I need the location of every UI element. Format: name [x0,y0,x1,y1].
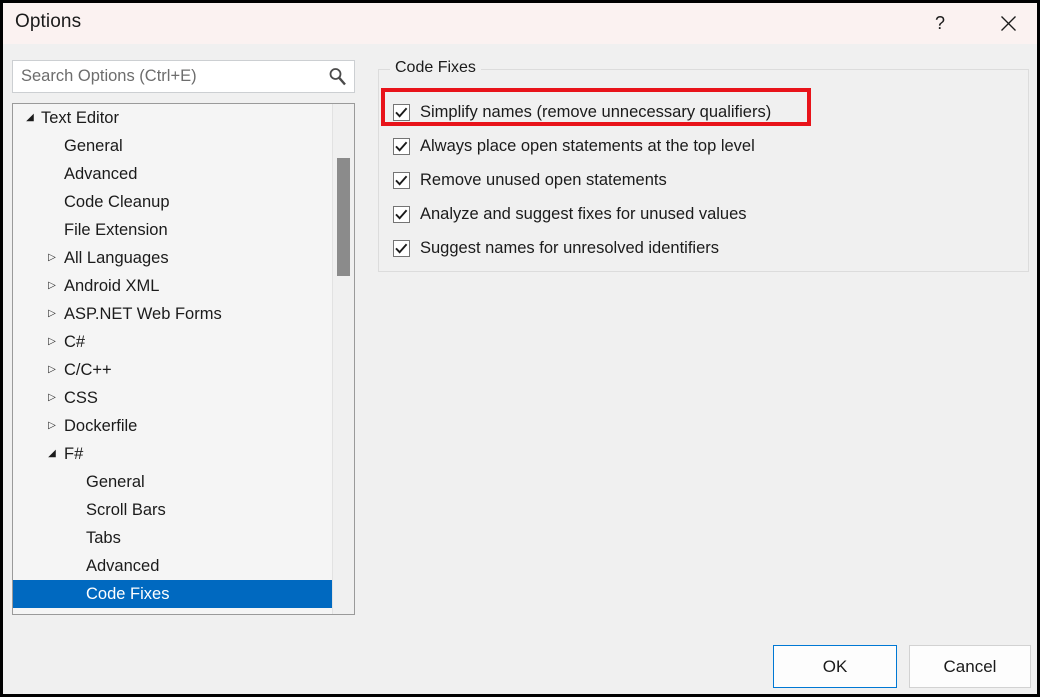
tree-item-label: Advanced [86,558,159,575]
ok-button-label: OK [823,657,848,677]
checkbox-checked-icon[interactable] [393,206,410,223]
tree-item-label: Tabs [86,530,121,547]
tree-item-code-cleanup[interactable]: Code Cleanup [13,188,332,216]
tree-item-c-c[interactable]: ▷C/C++ [13,356,332,384]
option-label: Analyze and suggest fixes for unused val… [420,206,747,223]
tree-item-asp-net-web-forms[interactable]: ▷ASP.NET Web Forms [13,300,332,328]
option-row[interactable]: Analyze and suggest fixes for unused val… [393,197,1013,231]
option-label: Remove unused open statements [420,172,667,189]
option-row[interactable]: Remove unused open statements [393,163,1013,197]
checkbox-checked-icon[interactable] [393,240,410,257]
tree-item-scroll-bars[interactable]: Scroll Bars [13,496,332,524]
tree-item-label: Code Cleanup [64,194,170,211]
tree-item-all-languages[interactable]: ▷All Languages [13,244,332,272]
tree-scrollbar-thumb[interactable] [337,158,350,276]
code-fixes-option-list: Simplify names (remove unnecessary quali… [393,95,1013,265]
tree-item-advanced[interactable]: Advanced [13,160,332,188]
close-icon [1000,15,1017,32]
tree-item-list: ◢Text EditorGeneralAdvancedCode CleanupF… [13,104,332,608]
chevron-expanded-icon[interactable]: ◢ [44,440,60,468]
tree-item-label: C# [64,334,85,351]
question-mark-icon: ? [935,13,945,34]
option-row[interactable]: Always place open statements at the top … [393,129,1013,163]
tree-item-file-extension[interactable]: File Extension [13,216,332,244]
cancel-button[interactable]: Cancel [909,645,1031,688]
tree-item-dockerfile[interactable]: ▷Dockerfile [13,412,332,440]
tree-item-label: CSS [64,390,98,407]
tree-item-label: Android XML [64,278,159,295]
chevron-expanded-icon[interactable]: ◢ [22,104,38,132]
tree-item-tabs[interactable]: Tabs [13,524,332,552]
chevron-collapsed-icon[interactable]: ▷ [44,412,60,440]
option-label: Suggest names for unresolved identifiers [420,240,719,257]
tree-item-label: Dockerfile [64,418,137,435]
tree-item-c[interactable]: ▷C# [13,328,332,356]
title-bar: Options ? [3,3,1037,44]
search-icon[interactable] [320,61,354,92]
tree-item-general[interactable]: General [13,468,332,496]
chevron-collapsed-icon[interactable]: ▷ [44,328,60,356]
tree-item-label: Scroll Bars [86,502,166,519]
tree-item-css[interactable]: ▷CSS [13,384,332,412]
cancel-button-label: Cancel [944,657,997,677]
dialog-title: Options [15,11,81,33]
search-input[interactable] [13,61,320,92]
tree-item-label: F# [64,446,83,463]
checkbox-checked-icon[interactable] [393,138,410,155]
option-row[interactable]: Suggest names for unresolved identifiers [393,231,1013,265]
option-row[interactable]: Simplify names (remove unnecessary quali… [393,95,1013,129]
options-dialog: Options ? ◢Text EditorGeneralAdvancedCod… [2,2,1038,695]
chevron-collapsed-icon[interactable]: ▷ [44,356,60,384]
checkbox-checked-icon[interactable] [393,104,410,121]
chevron-collapsed-icon[interactable]: ▷ [44,272,60,300]
chevron-collapsed-icon[interactable]: ▷ [44,244,60,272]
chevron-collapsed-icon[interactable]: ▷ [44,300,60,328]
tree-item-label: General [64,138,123,155]
tree-scrollbar[interactable] [332,104,354,614]
tree-item-text-editor[interactable]: ◢Text Editor [13,104,332,132]
groupbox-title: Code Fixes [390,59,481,77]
tree-item-label: Text Editor [41,110,119,127]
option-label: Simplify names (remove unnecessary quali… [420,104,771,121]
ok-button[interactable]: OK [773,645,897,688]
tree-item-label: Advanced [64,166,137,183]
tree-item-label: File Extension [64,222,168,239]
help-button[interactable]: ? [917,3,963,44]
tree-item-android-xml[interactable]: ▷Android XML [13,272,332,300]
tree-item-label: General [86,474,145,491]
options-tree[interactable]: ◢Text EditorGeneralAdvancedCode CleanupF… [12,103,355,615]
tree-item-label: ASP.NET Web Forms [64,306,222,323]
tree-item-label: C/C++ [64,362,112,379]
tree-item-code-fixes[interactable]: Code Fixes [13,580,332,608]
tree-item-label: All Languages [64,250,169,267]
option-label: Always place open statements at the top … [420,138,755,155]
tree-item-advanced[interactable]: Advanced [13,552,332,580]
tree-item-general[interactable]: General [13,132,332,160]
close-button[interactable] [985,3,1031,44]
search-box[interactable] [12,60,355,93]
checkbox-checked-icon[interactable] [393,172,410,189]
chevron-collapsed-icon[interactable]: ▷ [44,384,60,412]
tree-item-label: Code Fixes [86,586,169,603]
tree-item-f[interactable]: ◢F# [13,440,332,468]
